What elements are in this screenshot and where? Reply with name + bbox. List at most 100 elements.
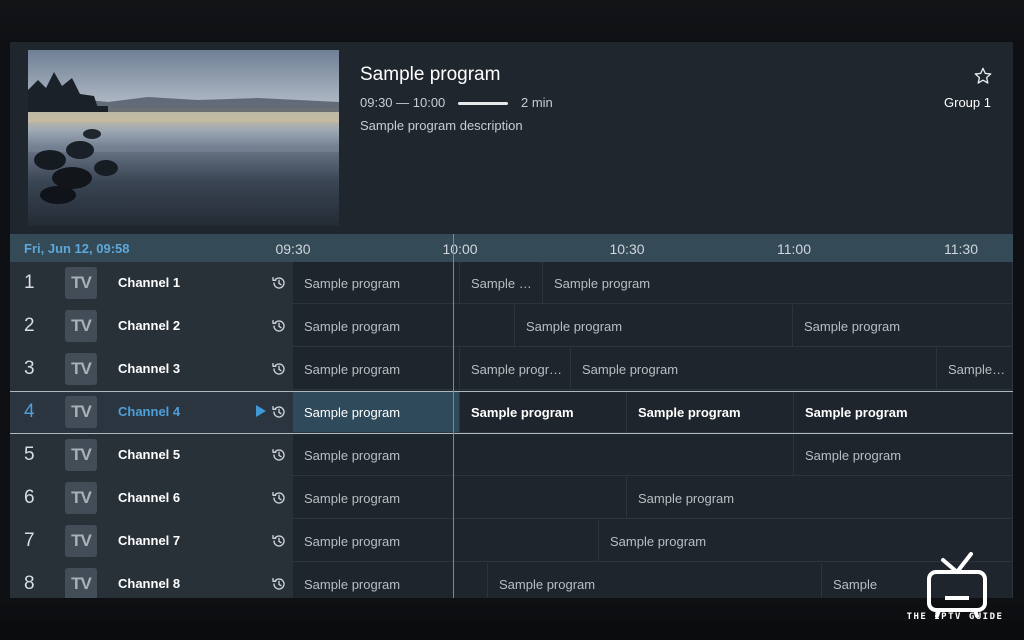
channel-name: Channel 5 [118,447,181,462]
program-cell[interactable]: Sample program [293,305,515,347]
program-timeline: Sample program Sample progr… Sample progra… [293,348,1013,391]
channel-row[interactable]: 7 TV Channel 7 Sample program Sample program [10,520,1013,563]
program-cell[interactable]: Sample program [460,391,627,433]
history-icon[interactable] [271,490,287,506]
program-cell[interactable]: Sample program [293,434,794,476]
channel-row[interactable]: 8 TV Channel 8 Sample program Sample program… [10,563,1013,598]
time-tick: 10:00 [442,241,478,257]
program-cell-title: Sample program [526,319,623,334]
channel-header[interactable]: 1 TV Channel 1 [10,262,293,305]
channel-logo: TV [65,482,97,514]
history-icon[interactable] [271,404,287,420]
channel-guide-grid: 1 TV Channel 1 Sample program Sample … Sample… [10,262,1013,598]
channel-logo: TV [65,353,97,385]
program-cell[interactable]: Sample program [793,305,1013,347]
watermark-text: THE IPTV GUIDE [906,612,1004,622]
channel-name: Channel 7 [118,533,181,548]
program-cell[interactable]: Sample program [515,305,793,347]
program-remaining-time: 2 min [521,95,553,110]
channel-logo: TV [65,439,97,471]
channel-header[interactable]: 8 TV Channel 8 [10,563,293,598]
program-cell[interactable]: Sample program [293,477,627,519]
history-icon[interactable] [271,447,287,463]
channel-row[interactable]: 5 TV Channel 5 Sample program Sample program [10,434,1013,477]
channel-row[interactable]: 6 TV Channel 6 Sample program Sample program [10,477,1013,520]
channel-number: 1 [24,272,35,293]
program-cell-title: Sample program [610,534,707,549]
channel-logo: TV [65,310,97,342]
channel-header[interactable]: 2 TV Channel 2 [10,305,293,348]
program-thumbnail [28,50,339,226]
star-outline-icon[interactable] [973,66,993,86]
channel-header[interactable]: 3 TV Channel 3 [10,348,293,391]
channel-row[interactable]: 3 TV Channel 3 Sample program Sample progr… S… [10,348,1013,391]
program-cell-title: Sample program [304,491,401,506]
timeline-header: Fri, Jun 12, 09:58 09:30 10:00 10:30 11:… [10,234,1013,262]
current-time-indicator [453,234,454,598]
time-tick: 10:30 [609,241,645,257]
program-timeline: Sample program Sample … Sample program [293,262,1013,305]
channel-number: 8 [24,573,35,594]
program-cell-title: Sample program [638,491,735,506]
time-tick: 09:30 [275,241,311,257]
program-cell[interactable]: Sample program [794,434,1013,476]
program-cell-title: Sample program [638,405,741,420]
program-timeline: Sample program Sample program Sample progr… [293,391,1013,434]
history-icon[interactable] [271,275,287,291]
program-cell[interactable]: Sample program [293,348,460,390]
program-cell-title: Sample program [582,362,679,377]
program-cell-title: Sample [833,577,878,592]
program-cell-title: Sample progr… [471,362,563,377]
channel-header[interactable]: 4 TV Channel 4 [10,391,293,434]
time-tick: 11:30 [944,241,978,257]
program-preview-panel: Sample program 09:30 — 10:00 2 min Sampl… [10,42,1013,234]
history-icon[interactable] [271,361,287,377]
lake-landscape-image [28,72,339,204]
history-icon[interactable] [271,576,287,592]
program-cell[interactable]: Sample … [460,262,543,304]
program-cell[interactable]: Sample program [794,391,1013,433]
program-cell-title: Sample … [471,276,532,291]
channel-name: Channel 2 [118,318,181,333]
play-icon [256,405,266,417]
channel-name: Channel 6 [118,490,181,505]
program-cell[interactable]: Sample program [543,262,1013,304]
history-icon[interactable] [271,318,287,334]
program-cell[interactable]: Sample program [488,563,822,598]
channel-row[interactable]: 4 TV Channel 4 Sample program Sample program… [10,391,1013,434]
program-cell[interactable]: Sample program [293,391,460,433]
program-cell-title: Sample program [805,405,908,420]
channel-logo: TV [65,568,97,598]
program-cell-title: Sample program [554,276,651,291]
program-timeline: Sample program Sample program [293,477,1013,520]
program-cell[interactable]: Sample program [571,348,937,390]
program-cell-title: Sample pro [948,362,1008,377]
channel-name: Channel 8 [118,576,181,591]
channel-number: 6 [24,487,35,508]
channel-name: Channel 3 [118,361,181,376]
channel-group-label[interactable]: Group 1 [944,95,991,110]
current-datetime: Fri, Jun 12, 09:58 [24,241,130,256]
program-timeline: Sample program Sample program Sample progr… [293,305,1013,348]
program-cell[interactable]: Sample program [293,563,488,598]
program-cell[interactable]: Sample progr… [460,348,571,390]
program-cell[interactable]: Sample program [293,520,599,562]
program-title: Sample program [360,64,501,85]
program-cell[interactable]: Sample program [293,262,460,304]
channel-row[interactable]: 2 TV Channel 2 Sample program Sample program… [10,305,1013,348]
program-cell-title: Sample program [304,319,401,334]
channel-header[interactable]: 7 TV Channel 7 [10,520,293,563]
program-cell[interactable]: Sample program [627,391,794,433]
program-cell-title: Sample program [804,319,901,334]
channel-number: 5 [24,444,35,465]
program-cell[interactable]: Sample pro [937,348,1013,390]
channel-header[interactable]: 6 TV Channel 6 [10,477,293,520]
program-description: Sample program description [360,118,523,133]
history-icon[interactable] [271,533,287,549]
channel-row[interactable]: 1 TV Channel 1 Sample program Sample … Sample… [10,262,1013,305]
program-cell-title: Sample program [304,534,401,549]
channel-header[interactable]: 5 TV Channel 5 [10,434,293,477]
program-cell-title: Sample program [471,405,574,420]
channel-logo: TV [65,396,97,428]
program-cell[interactable]: Sample program [627,477,1013,519]
